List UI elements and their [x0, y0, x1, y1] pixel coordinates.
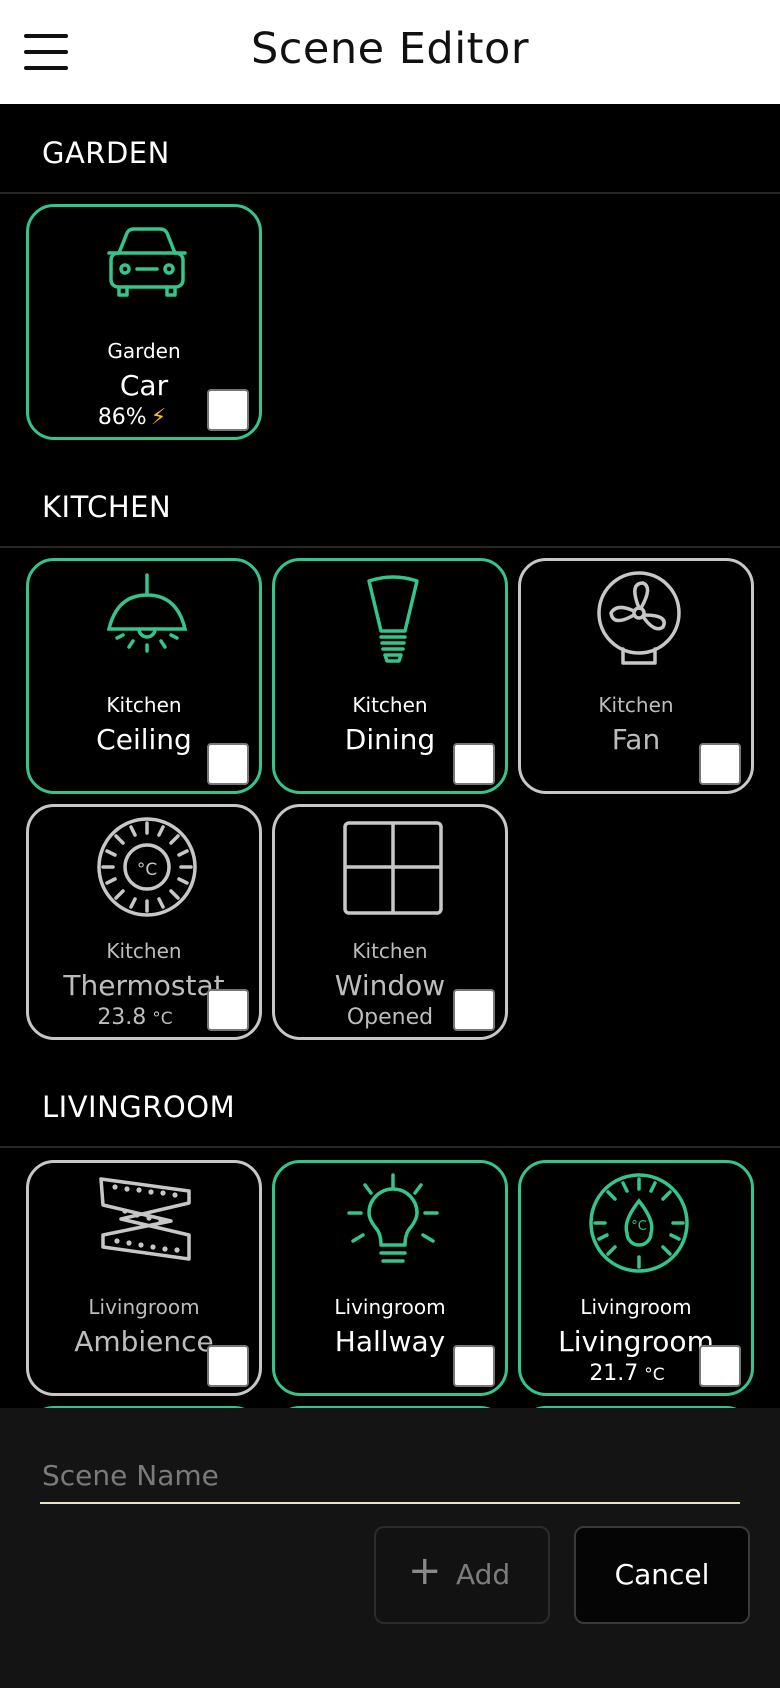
tile-room: Kitchen — [352, 693, 428, 717]
app-bar: Scene Editor — [0, 0, 780, 104]
device-tile-kitchen-window[interactable]: Kitchen Window Opened — [272, 804, 508, 1040]
page-title: Scene Editor — [250, 24, 530, 74]
tile-room: Kitchen — [106, 693, 182, 717]
select-checkbox[interactable] — [207, 1345, 249, 1387]
thermostat-icon: °C — [589, 1173, 689, 1273]
tile-room: Livingroom — [580, 1295, 692, 1319]
device-tile-livingroom-ambience[interactable]: Livingroom Ambience — [26, 1160, 262, 1396]
device-tile-kitchen-fan[interactable]: Kitchen Fan — [518, 558, 754, 794]
bulb-icon — [343, 1173, 443, 1273]
device-tile-kitchen-thermostat[interactable]: °C Kitchen Thermostat 23.8 °C — [26, 804, 262, 1040]
device-tile-livingroom-hallway[interactable]: Livingroom Hallway — [272, 1160, 508, 1396]
ceiling-lamp-icon — [97, 571, 197, 671]
select-checkbox[interactable] — [453, 1345, 495, 1387]
car-icon — [97, 217, 197, 317]
scene-form-panel: + Add Cancel — [0, 1408, 780, 1688]
select-checkbox[interactable] — [453, 989, 495, 1031]
plus-icon: + — [408, 1548, 442, 1594]
tile-room: Garden — [107, 339, 181, 363]
tile-room: Kitchen — [106, 939, 182, 963]
select-checkbox[interactable] — [207, 743, 249, 785]
select-checkbox[interactable] — [207, 989, 249, 1031]
section-label: LIVINGROOM — [42, 1090, 236, 1124]
temperature-unit: °C — [644, 1365, 665, 1385]
bulb-spot-icon — [343, 571, 443, 671]
cancel-button[interactable]: Cancel — [574, 1526, 750, 1624]
add-button[interactable]: + Add — [374, 1526, 550, 1624]
section-label: GARDEN — [42, 136, 170, 170]
bolt-icon: ⚡ — [150, 405, 167, 430]
device-tile-garden-car[interactable]: Garden Car 86% ⚡ — [26, 204, 262, 440]
fan-icon — [589, 571, 689, 671]
select-checkbox[interactable] — [699, 743, 741, 785]
svg-text:°C: °C — [137, 860, 157, 880]
section-header-livingroom: LIVINGROOM — [0, 1058, 780, 1148]
select-checkbox[interactable] — [453, 743, 495, 785]
temperature-unit: °C — [152, 1009, 173, 1029]
section-label: KITCHEN — [42, 490, 172, 524]
device-tile-livingroom-thermostat[interactable]: °C Livingroom Livingroom 21.7 °C — [518, 1160, 754, 1396]
tile-room: Livingroom — [88, 1295, 200, 1319]
window-icon — [343, 817, 443, 917]
svg-text:°C: °C — [631, 1219, 647, 1234]
select-checkbox[interactable] — [207, 389, 249, 431]
device-list[interactable]: GARDEN Garden Car 86% ⚡ KITCHEN Kitchen … — [0, 104, 780, 1408]
battery-level: 86% — [97, 405, 147, 430]
tile-room: Kitchen — [352, 939, 428, 963]
device-tile-kitchen-ceiling[interactable]: Kitchen Ceiling — [26, 558, 262, 794]
device-tile-kitchen-dining[interactable]: Kitchen Dining — [272, 558, 508, 794]
temperature-value: 23.8 — [97, 1005, 147, 1030]
cancel-label: Cancel — [614, 1558, 710, 1591]
add-label: Add — [456, 1558, 511, 1591]
led-strip-icon — [97, 1173, 197, 1273]
tile-room: Kitchen — [598, 693, 674, 717]
thermostat-icon: °C — [97, 817, 197, 917]
section-header-garden: GARDEN — [0, 104, 780, 194]
select-checkbox[interactable] — [699, 1345, 741, 1387]
section-header-kitchen: KITCHEN — [0, 458, 780, 548]
temperature-value: 21.7 — [589, 1361, 639, 1386]
scene-name-input[interactable] — [40, 1448, 740, 1504]
tile-room: Livingroom — [334, 1295, 446, 1319]
